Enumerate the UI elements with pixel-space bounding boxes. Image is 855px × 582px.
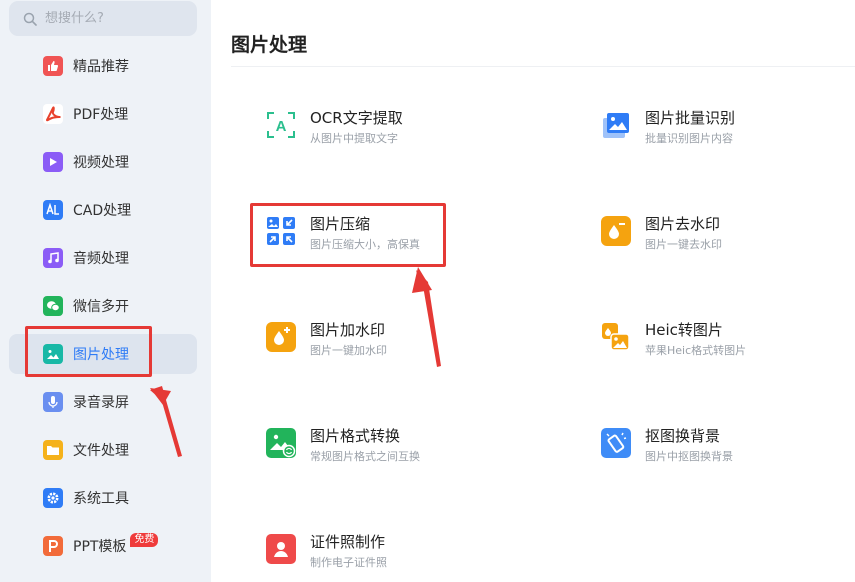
tool-name: Heic转图片 xyxy=(645,321,723,339)
tool-heic-convert[interactable]: Heic转图片 苹果Heic格式转图片 xyxy=(601,320,855,380)
tool-name: OCR文字提取 xyxy=(310,109,403,127)
sidebar-item-label: 图片处理 xyxy=(73,347,129,363)
wechat-icon xyxy=(43,296,63,316)
pdf-icon xyxy=(43,104,63,124)
tool-desc: 常规图片格式之间互换 xyxy=(310,450,420,463)
heic-icon xyxy=(601,322,631,352)
sidebar-item-label: PPT模板 xyxy=(73,539,127,555)
sidebar-item-pdf[interactable]: PDF处理 xyxy=(0,90,211,138)
format-convert-icon xyxy=(266,428,296,458)
tool-add-watermark[interactable]: 图片加水印 图片一键加水印 xyxy=(266,320,546,380)
add-watermark-icon xyxy=(266,322,296,352)
sidebar-item-label: 微信多开 xyxy=(73,299,129,315)
main-content: 图片处理 A OCR文字提取 从图片中提取文字 图片批量识别 批量识别图片内容 xyxy=(211,0,855,582)
sidebar-item-label: 视频处理 xyxy=(73,155,129,171)
cutout-icon xyxy=(601,428,631,458)
image-icon xyxy=(43,344,63,364)
free-badge: 免费 xyxy=(130,533,159,547)
sidebar-item-recording[interactable]: 录音录屏 xyxy=(0,378,211,426)
folder-icon xyxy=(43,440,63,460)
music-icon xyxy=(43,248,63,268)
gear-icon xyxy=(43,488,63,508)
microphone-icon xyxy=(43,392,63,412)
sidebar: 精品推荐 PDF处理 视频处理 CAD处理 音频处理 xyxy=(0,0,211,582)
tool-format-convert[interactable]: 图片格式转换 常规图片格式之间互换 xyxy=(266,426,546,486)
tool-desc: 苹果Heic格式转图片 xyxy=(645,344,747,357)
ocr-icon: A xyxy=(266,110,296,140)
tool-batch-recognize[interactable]: 图片批量识别 批量识别图片内容 xyxy=(601,108,855,168)
tool-name: 抠图换背景 xyxy=(645,427,721,445)
tool-desc: 图片一键去水印 xyxy=(645,238,722,251)
batch-image-icon xyxy=(601,110,631,140)
tool-cutout-background[interactable]: 抠图换背景 图片中抠图换背景 xyxy=(601,426,855,486)
sidebar-item-ppt[interactable]: PPT模板 免费 xyxy=(0,522,211,570)
page-title: 图片处理 xyxy=(231,34,308,56)
annotation-box-compress xyxy=(250,203,446,267)
tool-ocr[interactable]: A OCR文字提取 从图片中提取文字 xyxy=(266,108,546,168)
tool-name: 图片加水印 xyxy=(310,321,386,339)
sidebar-item-label: 音频处理 xyxy=(73,251,129,267)
play-icon xyxy=(43,152,63,172)
tool-name: 图片去水印 xyxy=(645,215,721,233)
divider xyxy=(231,66,855,67)
thumbs-up-icon xyxy=(43,56,63,76)
tool-name: 图片批量识别 xyxy=(645,109,736,127)
sidebar-nav: 精品推荐 PDF处理 视频处理 CAD处理 音频处理 微信多开 图片处理 录音录… xyxy=(0,42,211,570)
sidebar-item-label: 系统工具 xyxy=(73,491,129,507)
tool-desc: 图片一键加水印 xyxy=(310,344,387,357)
sidebar-item-video[interactable]: 视频处理 xyxy=(0,138,211,186)
sidebar-item-featured[interactable]: 精品推荐 xyxy=(0,42,211,90)
sidebar-item-label: 录音录屏 xyxy=(73,395,129,411)
sidebar-item-label: 文件处理 xyxy=(73,443,129,459)
tool-name: 证件照制作 xyxy=(310,533,386,551)
sidebar-item-label: PDF处理 xyxy=(73,107,129,123)
sidebar-item-audio[interactable]: 音频处理 xyxy=(0,234,211,282)
sidebar-item-files[interactable]: 文件处理 xyxy=(0,426,211,474)
tool-remove-watermark[interactable]: 图片去水印 图片一键去水印 xyxy=(601,214,855,274)
sidebar-item-system-tools[interactable]: 系统工具 xyxy=(0,474,211,522)
cad-icon xyxy=(43,200,63,220)
search-icon xyxy=(23,12,37,26)
tool-desc: 从图片中提取文字 xyxy=(310,132,398,145)
sidebar-item-label: 精品推荐 xyxy=(73,59,129,75)
search-input[interactable] xyxy=(45,11,175,26)
tool-desc: 批量识别图片内容 xyxy=(645,132,733,145)
sidebar-item-cad[interactable]: CAD处理 xyxy=(0,186,211,234)
tool-name: 图片格式转换 xyxy=(310,427,401,445)
ppt-icon xyxy=(43,536,63,556)
tool-desc: 图片中抠图换背景 xyxy=(645,450,733,463)
search-box[interactable] xyxy=(9,1,197,36)
sidebar-item-wechat[interactable]: 微信多开 xyxy=(0,282,211,330)
remove-watermark-icon xyxy=(601,216,631,246)
id-photo-icon xyxy=(266,534,296,564)
tool-desc: 制作电子证件照 xyxy=(310,556,387,569)
tool-id-photo[interactable]: 证件照制作 制作电子证件照 xyxy=(266,532,546,582)
svg-text:A: A xyxy=(276,118,287,135)
sidebar-item-label: CAD处理 xyxy=(73,203,132,219)
